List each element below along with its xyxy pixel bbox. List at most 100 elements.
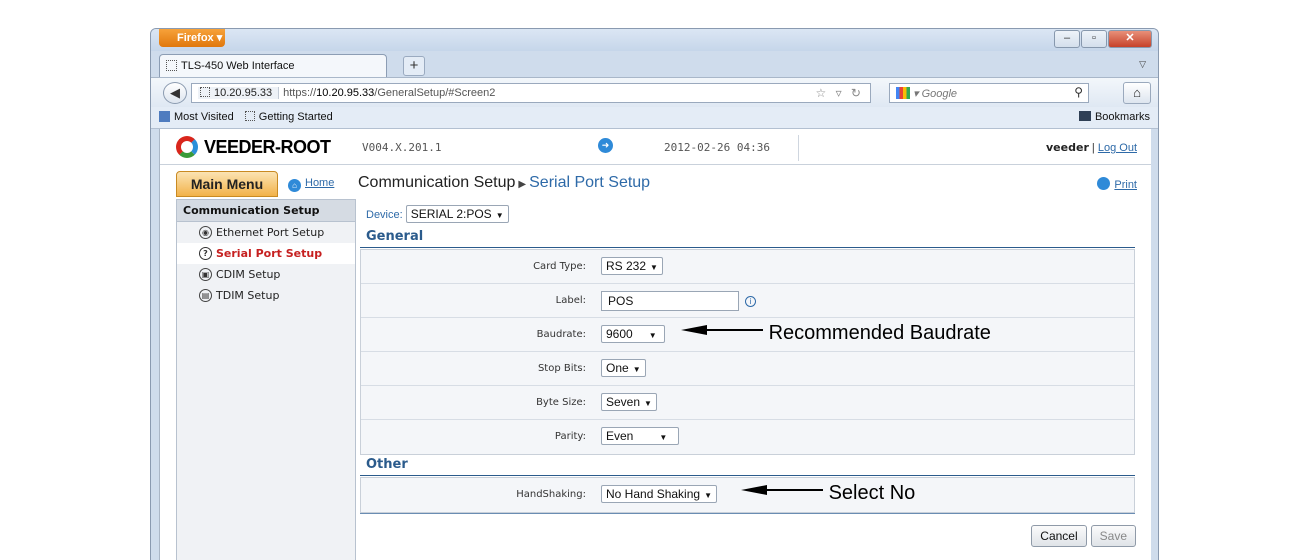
firefox-menu-button[interactable]: Firefox ▾	[159, 29, 225, 47]
version-text: V004.X.201.1	[362, 141, 442, 154]
handshaking-select[interactable]: No Hand Shaking ▼	[601, 485, 717, 503]
breadcrumb-current: Serial Port Setup	[529, 174, 651, 191]
google-icon	[896, 87, 910, 99]
close-button[interactable]: ✕	[1108, 30, 1152, 48]
breadcrumb-parent[interactable]: Communication Setup	[358, 174, 515, 191]
page: Firefox ▾ – ▫ ✕ TLS-450 Web Interface + …	[0, 0, 1307, 560]
field-row-byte-size: Byte Size: Seven ▼	[361, 386, 1134, 420]
back-button[interactable]: ◀	[163, 82, 187, 104]
label-input[interactable]: POS	[601, 291, 739, 311]
minimize-button[interactable]: –	[1054, 30, 1080, 48]
home-link-label: Home	[305, 177, 335, 189]
tab-title: TLS-450 Web Interface	[181, 60, 295, 72]
card-type-value: RS 232	[606, 259, 647, 273]
sidebar-item-label: Serial Port Setup	[216, 247, 323, 260]
navigation-bar: ◀ 10.20.95.33 https://10.20.95.33/General…	[151, 77, 1158, 107]
bookmarks-menu-button[interactable]: Bookmarks	[1078, 111, 1150, 123]
section-general-title: General	[366, 229, 424, 244]
status-arrow-icon[interactable]: ➜	[598, 138, 613, 153]
byte-size-select[interactable]: Seven ▼	[601, 393, 657, 411]
bookmark-most-visited[interactable]: Most Visited	[159, 111, 234, 123]
device-select[interactable]: SERIAL 2:POS ▼	[405, 205, 509, 223]
bookmark-label: Getting Started	[258, 111, 333, 123]
site-identity[interactable]: 10.20.95.33	[198, 87, 280, 99]
home-link[interactable]: ⌂ Home	[288, 177, 334, 192]
stop-bits-label: Stop Bits:	[537, 363, 586, 374]
card-type-select[interactable]: RS 232 ▼	[601, 257, 663, 275]
cancel-button[interactable]: Cancel	[1031, 525, 1087, 547]
site-identity-label: 10.20.95.33	[214, 87, 273, 99]
sidebar-item-cdim-setup[interactable]: ▣ CDIM Setup	[177, 264, 355, 285]
print-icon	[1097, 177, 1111, 190]
chevron-down-icon: ▼	[644, 399, 652, 408]
cdim-icon: ▣	[199, 268, 212, 281]
chevron-down-icon: ▼	[650, 263, 658, 272]
section-other-divider	[360, 475, 1135, 476]
handshaking-annotation-text: Select No	[828, 482, 916, 504]
sidebar-item-ethernet-port-setup[interactable]: ◉ Ethernet Port Setup	[177, 222, 355, 243]
tdim-icon: ▤	[199, 289, 212, 302]
annotation-arrow-icon	[741, 485, 823, 495]
info-icon[interactable]: i	[745, 296, 756, 307]
print-link[interactable]: Print	[1097, 177, 1137, 191]
url-bar-icons[interactable]: ☆ ▿ ↻	[815, 86, 864, 100]
breadcrumb: Communication Setup ▶ Serial Port Setup	[358, 174, 650, 192]
app-header: VEEDER-ROOT V004.X.201.1 ➜ 2012-02-26 04…	[160, 129, 1151, 165]
card-type-label: Card Type:	[533, 261, 586, 272]
title-bar: Firefox ▾ – ▫ ✕	[151, 29, 1158, 51]
main-panel: Device: SERIAL 2:POS ▼ General Card Type:…	[360, 199, 1140, 560]
sidebar-item-serial-port-setup[interactable]: ? Serial Port Setup	[177, 243, 355, 264]
search-bar[interactable]: ▾ Google ⚲	[889, 83, 1089, 103]
field-row-handshaking: HandShaking: No Hand Shaking ▼ Select No	[361, 478, 1134, 512]
save-button[interactable]: Save	[1090, 525, 1136, 547]
field-row-parity: Parity: Even ▼	[361, 420, 1134, 454]
logout-link[interactable]: Log Out	[1098, 142, 1137, 154]
search-icon[interactable]: ⚲	[1074, 85, 1083, 99]
byte-size-label: Byte Size:	[536, 397, 586, 408]
url-bar[interactable]: 10.20.95.33 https://10.20.95.33/GeneralSe…	[191, 83, 871, 103]
tab-bar: TLS-450 Web Interface + ▽	[151, 51, 1158, 77]
sidebar-item-label: Ethernet Port Setup	[216, 226, 325, 239]
site-favicon-icon	[200, 87, 210, 97]
device-select-value: SERIAL 2:POS	[410, 207, 492, 221]
sidebar: Communication Setup ◉ Ethernet Port Setup…	[176, 199, 356, 560]
serial-icon: ?	[199, 247, 212, 260]
sidebar-title: Communication Setup	[177, 200, 355, 222]
tab-list-icon[interactable]: ▽	[1139, 59, 1146, 70]
maximize-button[interactable]: ▫	[1081, 30, 1107, 48]
handshaking-value: No Hand Shaking	[606, 487, 701, 501]
user-box: veeder | Log Out	[1046, 141, 1137, 154]
nav-row: Main Menu ⌂ Home Communication Setup ▶ Seri…	[160, 165, 1151, 199]
bookmark-label: Most Visited	[174, 111, 234, 123]
breadcrumb-separator-icon: ▶	[518, 179, 527, 190]
section-general-divider	[360, 247, 1135, 248]
logo-mark-icon	[176, 136, 198, 158]
bookmarks-toolbar: Most Visited Getting Started Bookmarks	[151, 107, 1158, 129]
form-footer-divider	[360, 513, 1135, 514]
bookmark-getting-started[interactable]: Getting Started	[244, 111, 333, 123]
field-row-baudrate: Baudrate: 9600 ▼ Recommended Baudrate	[361, 318, 1134, 352]
baudrate-label: Baudrate:	[536, 329, 586, 340]
main-menu-button[interactable]: Main Menu	[176, 171, 278, 197]
baudrate-select[interactable]: 9600 ▼	[601, 325, 665, 343]
field-row-label: Label: POS i	[361, 284, 1134, 318]
parity-value: Even	[606, 429, 634, 443]
field-row-card-type: Card Type: RS 232 ▼	[361, 250, 1134, 284]
other-settings-grid: HandShaking: No Hand Shaking ▼ Select No	[360, 477, 1135, 513]
sidebar-item-tdim-setup[interactable]: ▤ TDIM Setup	[177, 285, 355, 306]
form-buttons: Cancel Save	[1027, 525, 1136, 547]
browser-home-button[interactable]: ⌂	[1123, 82, 1151, 104]
sidebar-item-label: TDIM Setup	[216, 289, 280, 302]
handshaking-label: HandShaking:	[516, 489, 586, 500]
chevron-down-icon: ▼	[632, 365, 641, 374]
url-prefix: https://	[283, 87, 317, 99]
stop-bits-select[interactable]: One ▼	[601, 359, 646, 377]
baudrate-value: 9600	[606, 327, 633, 341]
bookmarks-menu-label: Bookmarks	[1094, 111, 1150, 123]
section-other-title: Other	[366, 457, 408, 472]
search-engine-caret: ▾	[913, 88, 922, 100]
chevron-down-icon: ▼	[648, 331, 657, 340]
parity-select[interactable]: Even ▼	[601, 427, 679, 445]
browser-tab[interactable]: TLS-450 Web Interface	[159, 54, 387, 77]
new-tab-button[interactable]: +	[403, 56, 425, 76]
